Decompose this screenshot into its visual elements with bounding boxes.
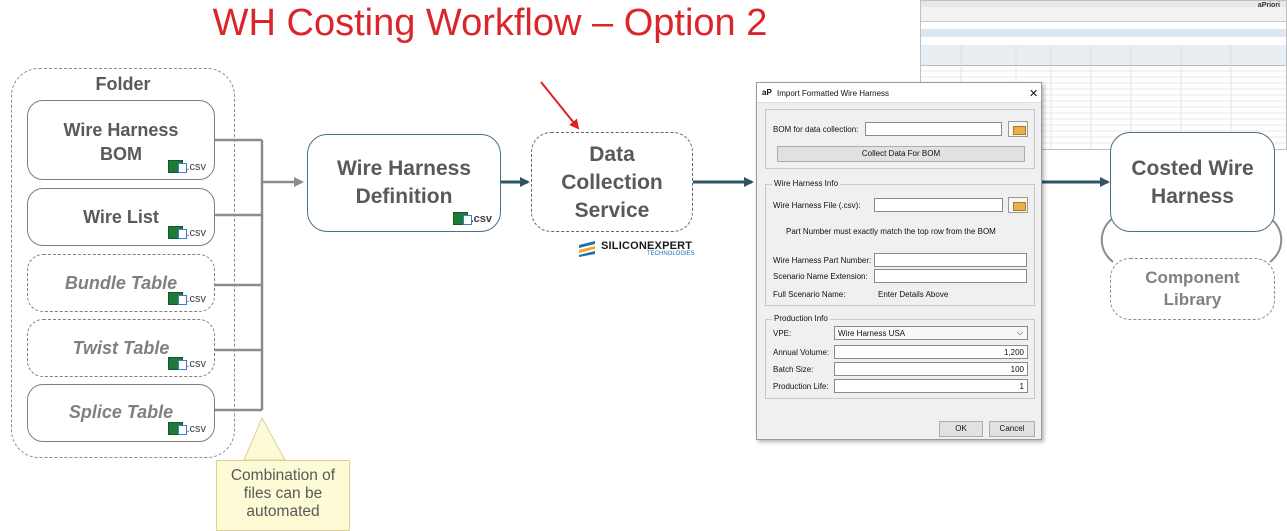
file-wire-harness-bom: Wire Harness BOM .csv [27,100,215,180]
csv-file-indicator: .csv [168,160,206,173]
apriori-icon: aP [762,88,772,97]
automation-note: Combination of files can be automated [216,460,350,531]
excel-icon [168,422,188,435]
production-life-label: Production Life: [773,382,829,391]
csv-file-indicator: .csv [168,422,206,435]
wire-harness-info-label: Wire Harness Info [772,179,841,188]
siliconexpert-mark-icon [579,241,595,257]
close-icon[interactable]: ✕ [1029,87,1038,100]
excel-icon [168,292,188,305]
costed-wire-harness-box: Costed Wire Harness [1110,132,1275,232]
bom-input[interactable] [865,122,1002,136]
excel-icon [452,212,472,225]
red-pointer-arrow [540,81,580,130]
csv-file-indicator: .csv [168,226,206,239]
full-scenario-label: Full Scenario Name: [773,290,846,299]
wire-harness-definition-box: Wire Harness Definition .csv [307,134,501,232]
dialog-title: Import Formatted Wire Harness [777,89,890,98]
wire-harness-file-label: Wire Harness File (.csv): [773,201,861,210]
scenario-extension-input[interactable] [874,269,1027,283]
vpe-select[interactable]: Wire Harness USA ⌵ [834,326,1028,340]
file-wire-list: Wire List .csv [27,188,215,246]
collect-data-button[interactable]: Collect Data For BOM [777,146,1025,162]
production-info-label: Production Info [772,314,830,323]
file-label: Wire Harness BOM [63,120,179,164]
bom-label: BOM for data collection: [773,125,859,134]
note-callout [243,416,286,461]
full-scenario-value: Enter Details Above [878,290,949,299]
annual-volume-input[interactable]: 1,200 [834,345,1028,359]
definition-label: Wire Harness Definition [336,157,472,208]
ok-button[interactable]: OK [939,421,983,437]
costed-label: Costed Wire Harness [1131,157,1254,208]
data-collection-label: Data Collection Service [561,143,663,222]
production-life-input[interactable]: 1 [834,379,1028,393]
file-label: Splice Table [68,402,174,422]
batch-size-input[interactable]: 100 [834,362,1028,376]
csv-file-indicator: .csv [452,212,492,225]
folder-title: Folder [95,74,151,94]
bom-browse-folder-icon[interactable] [1008,121,1028,137]
library-label: Component Library [1145,268,1240,309]
annual-volume-label: Annual Volume: [773,348,830,357]
wire-harness-file-input[interactable] [874,198,1003,212]
siliconexpert-sub: TECHNOLOGIES [647,251,695,257]
vpe-label: VPE: [773,329,792,338]
part-number-note: Part Number must exactly match the top r… [786,227,996,236]
excel-icon [168,357,188,370]
cancel-button[interactable]: Cancel [989,421,1035,437]
siliconexpert-logo: SILICONEXPERT TECHNOLOGIES [577,238,717,260]
data-collection-service-box: Data Collection Service [531,132,693,232]
note-text: Combination of files can be automated [230,467,336,520]
scenario-extension-label: Scenario Name Extension: [773,272,868,281]
import-dialog: aP Import Formatted Wire Harness ✕ BOM f… [756,82,1042,440]
wire-file-browse-folder-icon[interactable] [1008,197,1028,213]
part-number-label: Wire Harness Part Number: [773,256,872,265]
file-twist-table: Twist Table .csv [27,319,215,377]
bom-group: BOM for data collection: Collect Data Fo… [765,109,1035,169]
excel-icon [168,226,188,239]
batch-size-label: Batch Size: [773,365,814,374]
excel-icon [168,160,188,173]
vpe-value: Wire Harness USA [838,329,906,338]
csv-file-indicator: .csv [168,357,206,370]
chevron-down-icon: ⌵ [1016,328,1023,337]
wire-harness-info-group: Wire Harness Info Wire Harness File (.cs… [765,179,1035,306]
part-number-input[interactable] [874,253,1027,267]
file-splice-table: Splice Table .csv [27,384,215,442]
production-info-group: Production Info VPE: Wire Harness USA ⌵ … [765,314,1035,399]
component-library-box: Component Library [1110,258,1275,320]
csv-file-indicator: .csv [168,292,206,305]
file-bundle-table: Bundle Table .csv [27,254,215,312]
